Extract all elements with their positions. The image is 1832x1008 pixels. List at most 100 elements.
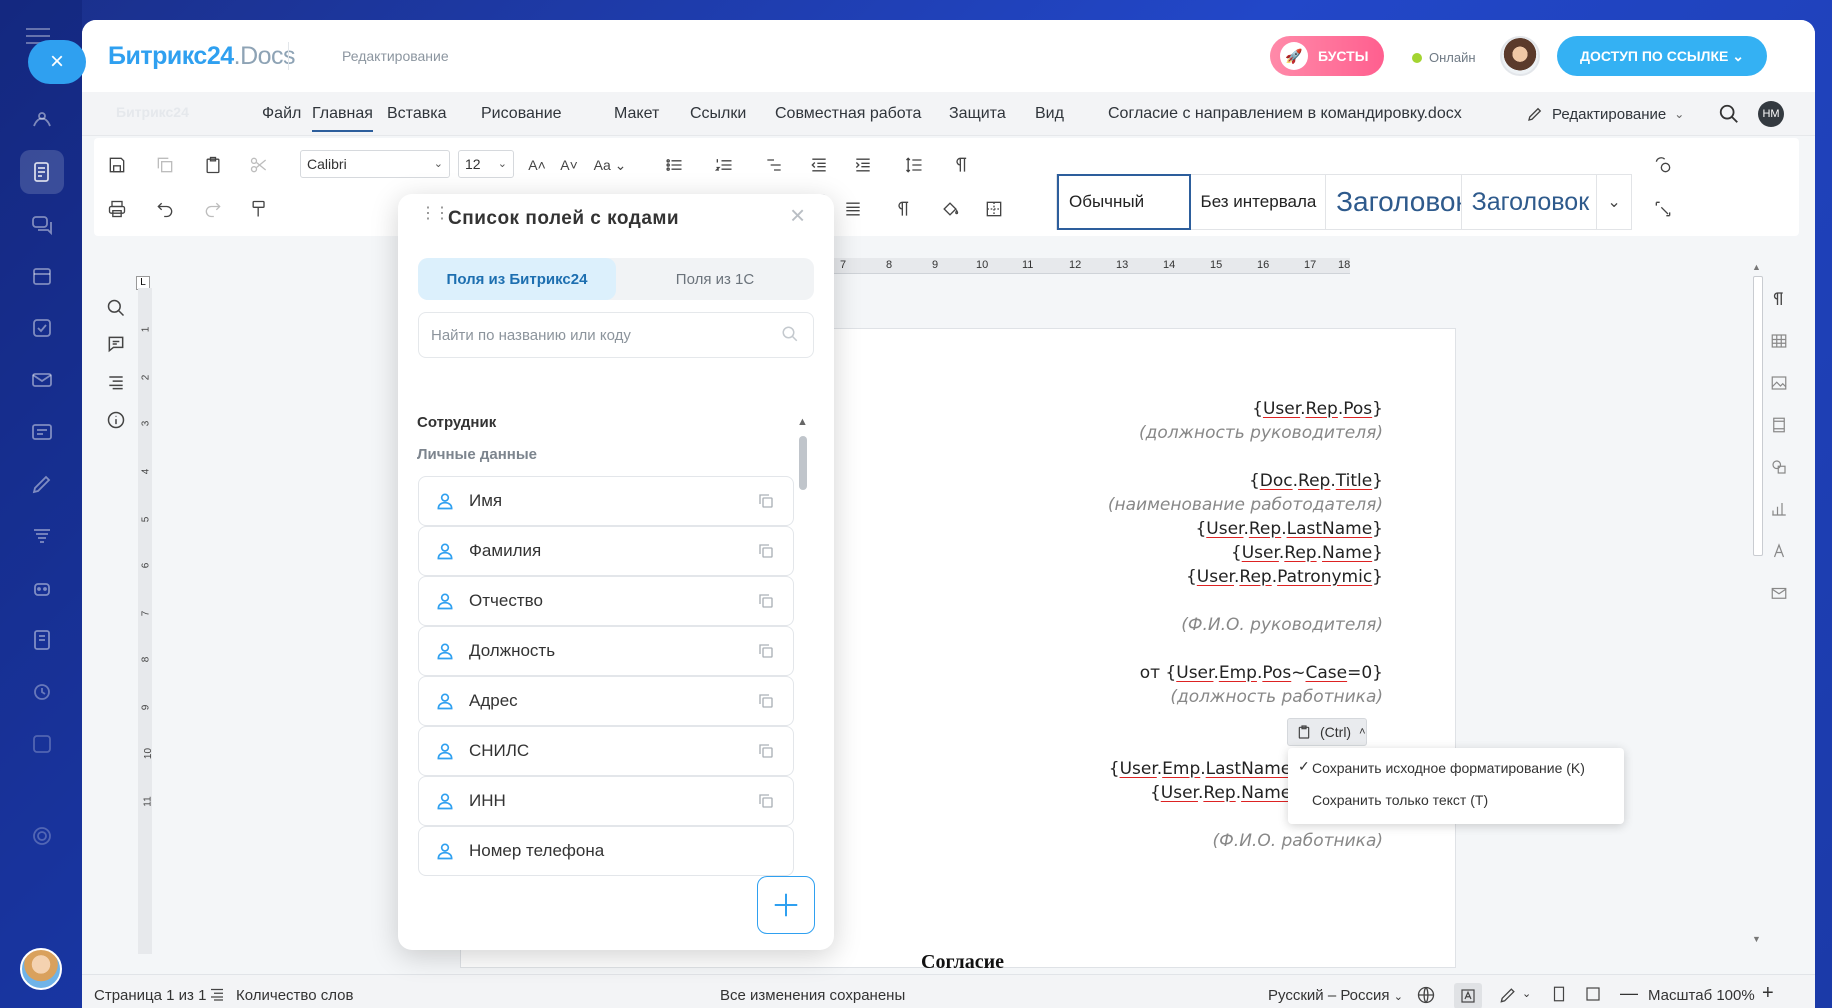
field-item[interactable]: Отчество (418, 576, 794, 626)
doc-line[interactable]: (должность работника) (1170, 687, 1383, 707)
menu-file[interactable]: Файл (262, 105, 301, 123)
change-case-icon[interactable]: Aa ⌄ (590, 152, 630, 178)
panel-scrollbar[interactable]: ▲ (796, 416, 810, 916)
justify-icon[interactable] (840, 196, 866, 222)
close-icon[interactable]: × (790, 200, 805, 231)
close-icon[interactable]: × (28, 40, 86, 84)
zoom-out-icon[interactable]: — (1620, 983, 1638, 1004)
sidebar-docs-icon[interactable] (20, 150, 64, 194)
chevron-down-icon[interactable]: ⌄ (1522, 987, 1531, 1000)
add-field-button[interactable] (757, 876, 815, 934)
sidebar-apps-icon[interactable] (20, 722, 64, 766)
menu-draw[interactable]: Рисование (481, 105, 562, 123)
fit-width-icon[interactable] (1584, 985, 1602, 1007)
bullets-icon[interactable] (654, 152, 694, 178)
multilevel-list-icon[interactable] (754, 152, 794, 178)
scroll-thumb[interactable] (1753, 276, 1763, 556)
paragraph-icon[interactable] (1768, 288, 1790, 310)
decrease-indent-icon[interactable] (806, 152, 832, 178)
copy-icon[interactable] (757, 492, 775, 510)
cut-icon[interactable] (246, 152, 272, 178)
sidebar-mail-icon[interactable] (20, 358, 64, 402)
format-painter-icon[interactable] (246, 196, 272, 222)
undo-icon[interactable] (152, 196, 178, 222)
doc-line[interactable]: {User.Rep.Name} (1231, 543, 1383, 563)
menu-layout[interactable]: Макет (614, 105, 659, 123)
field-item[interactable]: Фамилия (418, 526, 794, 576)
chevron-down-icon[interactable]: ⌄ (1597, 175, 1631, 229)
copy-icon[interactable] (757, 542, 775, 560)
fill-color-icon[interactable] (930, 196, 970, 222)
doc-line[interactable]: {Doc.Rep.Title} (1249, 471, 1383, 491)
navigation-icon[interactable] (104, 370, 128, 394)
document-scrollbar[interactable]: ▲ ▼ (1750, 262, 1764, 946)
field-item[interactable]: Имя (418, 476, 794, 526)
search-icon[interactable] (104, 296, 128, 320)
doc-line[interactable]: {User.Rep.LastName} (1195, 519, 1383, 539)
paste-icon[interactable] (200, 152, 226, 178)
copy-icon[interactable] (152, 152, 178, 178)
user-avatar[interactable] (1500, 36, 1540, 76)
increase-font-icon[interactable]: A˄ (524, 152, 550, 178)
style-no-spacing[interactable]: Без интервала (1191, 175, 1327, 229)
image-icon[interactable] (1768, 372, 1790, 394)
comment-icon[interactable] (104, 332, 128, 356)
doc-line[interactable]: (Ф.И.О. работника) (1213, 831, 1383, 851)
sidebar-sites-icon[interactable] (20, 514, 64, 558)
scroll-up-icon[interactable]: ▲ (1752, 262, 1761, 272)
word-count-icon[interactable] (208, 985, 226, 1007)
paste-keep-formatting[interactable]: Сохранить исходное форматирование (K) (1312, 760, 1585, 776)
paste-options-button[interactable]: (Ctrl) ˄ (1287, 718, 1367, 746)
doc-line[interactable]: {User.Rep.Patronymic} (1186, 567, 1383, 587)
user-initials-avatar[interactable]: НМ (1758, 101, 1784, 127)
font-size-select[interactable]: 12 ⌄ (458, 150, 514, 178)
style-normal[interactable]: Обычный (1057, 174, 1191, 230)
menu-view[interactable]: Вид (1035, 105, 1064, 123)
sidebar-automation-icon[interactable] (20, 670, 64, 714)
print-icon[interactable] (104, 196, 130, 222)
copy-icon[interactable] (757, 642, 775, 660)
menu-home[interactable]: Главная (312, 105, 373, 132)
sidebar-chat-icon[interactable] (20, 202, 64, 246)
fields-search-input[interactable] (419, 313, 759, 357)
shapes-icon[interactable] (1768, 456, 1790, 478)
sidebar-settings-icon[interactable] (20, 814, 64, 858)
style-heading-2[interactable]: Заголовок 2 (1462, 175, 1598, 229)
doc-line[interactable]: (Ф.И.О. руководителя) (1181, 615, 1383, 635)
save-icon[interactable] (104, 152, 130, 178)
share-link-button[interactable]: ДОСТУП ПО ССЫЛКЕ ⌄ (1557, 36, 1767, 76)
sidebar-sign-icon[interactable] (20, 462, 64, 506)
menu-insert[interactable]: Вставка (387, 105, 446, 123)
select-icon[interactable] (1650, 196, 1676, 222)
field-item[interactable]: СНИЛС (418, 726, 794, 776)
globe-icon[interactable] (1416, 985, 1436, 1008)
word-count[interactable]: Количество слов (236, 987, 353, 1004)
sidebar-crm-icon[interactable] (20, 410, 64, 454)
zoom-level[interactable]: Масштаб 100% (1648, 987, 1755, 1004)
text-art-icon[interactable] (1768, 540, 1790, 562)
scroll-thumb[interactable] (799, 436, 807, 490)
menu-collaboration[interactable]: Совместная работа (775, 105, 921, 123)
menu-references[interactable]: Ссылки (690, 105, 746, 123)
table-icon[interactable] (1768, 330, 1790, 352)
chart-icon[interactable] (1768, 498, 1790, 520)
boost-button[interactable]: 🚀 БУСТЫ (1270, 36, 1384, 76)
replace-icon[interactable] (1650, 152, 1676, 178)
field-item[interactable]: Должность (418, 626, 794, 676)
zoom-in-icon[interactable]: + (1762, 982, 1774, 1005)
profile-avatar[interactable] (20, 948, 62, 990)
decrease-font-icon[interactable]: A˅ (556, 152, 582, 178)
menu-protection[interactable]: Защита (949, 105, 1006, 123)
copy-icon[interactable] (757, 742, 775, 760)
doc-line[interactable]: (наименование работодателя) (1108, 495, 1383, 515)
increase-indent-icon[interactable] (850, 152, 876, 178)
doc-line[interactable]: (должность руководителя) (1139, 423, 1383, 443)
tab-bitrix24-fields[interactable]: Поля из Битрикс24 (418, 258, 616, 300)
field-item[interactable]: ИНН (418, 776, 794, 826)
header-footer-icon[interactable] (1768, 414, 1790, 436)
info-icon[interactable] (104, 408, 128, 432)
doc-line[interactable]: {User.Rep.Pos} (1252, 399, 1383, 419)
nonprinting-chars-icon[interactable] (884, 196, 924, 222)
search-icon[interactable] (781, 325, 799, 343)
scroll-down-icon[interactable]: ▼ (1752, 934, 1761, 944)
